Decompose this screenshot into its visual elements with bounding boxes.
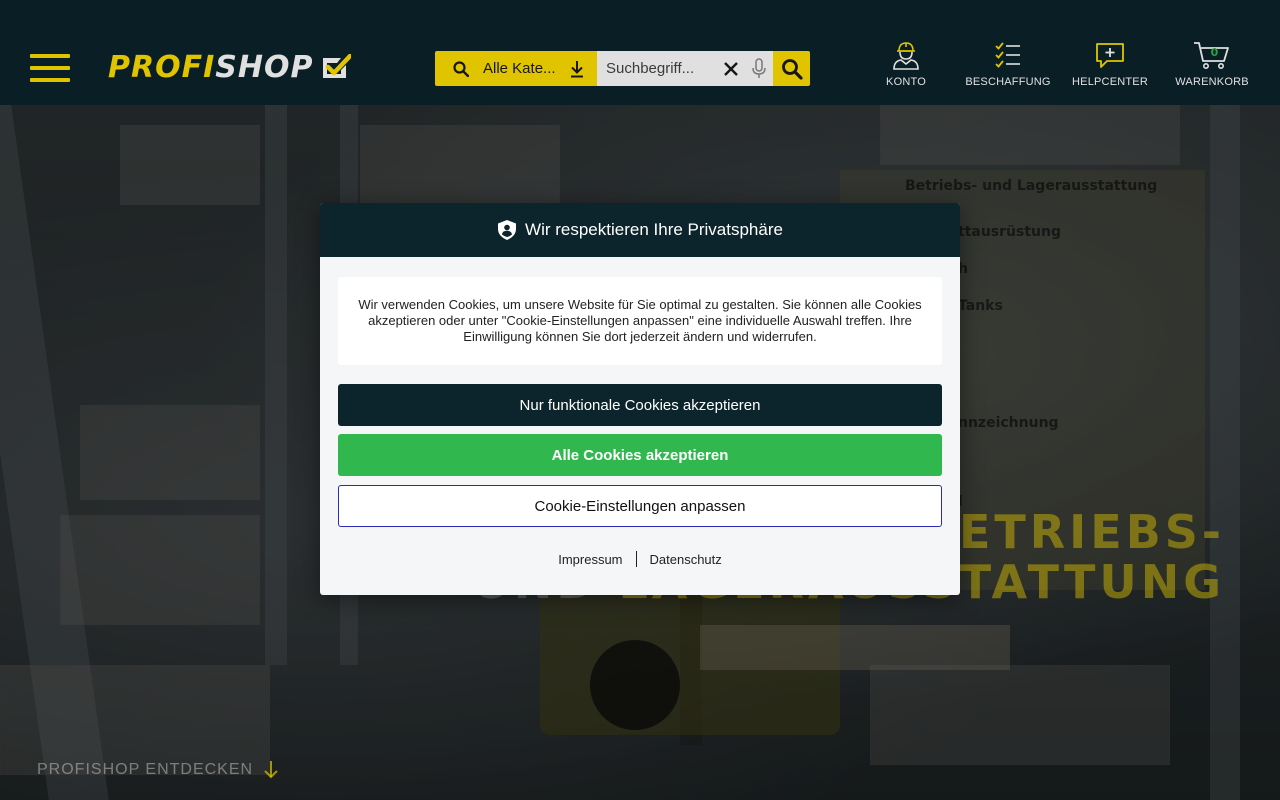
modal-links: Impressum Datenschutz xyxy=(320,551,960,567)
privacy-shield-icon xyxy=(498,220,517,240)
accept-all-button[interactable]: Alle Cookies akzeptieren xyxy=(338,434,942,476)
modal-title: Wir respektieren Ihre Privatsphäre xyxy=(525,220,783,239)
cookie-settings-button[interactable]: Cookie-Einstellungen anpassen xyxy=(338,485,942,527)
privacy-link[interactable]: Datenschutz xyxy=(637,552,735,567)
cookie-consent-modal: Wir respektieren Ihre Privatsphäre Wir v… xyxy=(320,203,960,595)
imprint-link[interactable]: Impressum xyxy=(545,552,635,567)
accept-functional-button[interactable]: Nur funktionale Cookies akzeptieren xyxy=(338,384,942,426)
cookie-text: Wir verwenden Cookies, um unsere Website… xyxy=(338,277,942,365)
modal-header: Wir respektieren Ihre Privatsphäre xyxy=(320,203,960,257)
